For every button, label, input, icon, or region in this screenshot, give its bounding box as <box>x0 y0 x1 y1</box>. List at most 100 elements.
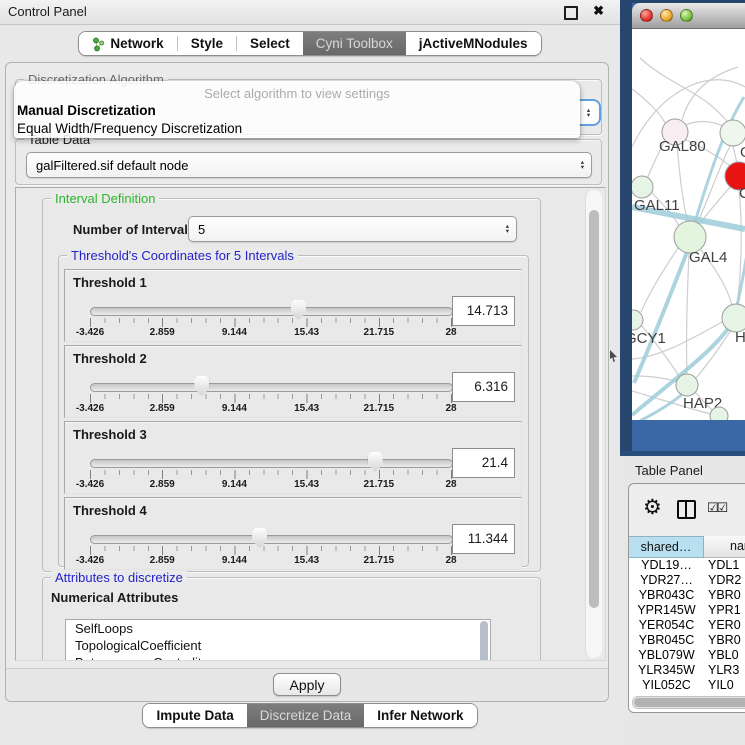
network-edge <box>682 67 738 120</box>
tab-network[interactable]: Network <box>79 32 176 55</box>
algorithm-combo-focused-edge[interactable]: ▴▾ <box>578 99 601 126</box>
network-node-label: GCY1 <box>632 330 666 347</box>
numerical-attributes-list: SelfLoopsTopologicalCoefficientBetweenne… <box>65 619 491 661</box>
tab-label: Select <box>250 36 290 51</box>
table-row[interactable]: YDL19…YDL1 <box>629 558 745 573</box>
zoom-button-icon[interactable] <box>680 9 693 22</box>
tick-label: 15.43 <box>294 403 319 414</box>
column-header-shared-name[interactable]: shared… <box>629 536 704 558</box>
attribute-item[interactable]: BetweennessCentrality <box>66 654 490 661</box>
attribute-item[interactable]: TopologicalCoefficient <box>66 637 490 654</box>
threshold-value-field[interactable]: 14.713 <box>452 296 515 326</box>
slider-thumb[interactable] <box>368 452 383 472</box>
close-button-icon[interactable] <box>640 9 653 22</box>
network-node-label: GAL80 <box>659 138 706 155</box>
thresholds-group-title: Threshold's Coordinates for 5 Intervals <box>67 248 298 263</box>
num-intervals-value: 5 <box>189 222 506 237</box>
columns-icon[interactable] <box>677 500 696 519</box>
spinner-arrows-icon: ▴▾ <box>581 160 584 170</box>
slider-track[interactable] <box>90 459 453 468</box>
list-scrollbar[interactable] <box>479 621 489 661</box>
slider-ticks <box>90 470 452 480</box>
cell-shared-name: YLR345W <box>629 663 704 678</box>
cell-name: YER0 <box>704 618 745 633</box>
apply-bar: Apply <box>6 668 608 701</box>
table-data-combo[interactable]: galFiltered.sif default node ▴▾ <box>26 152 592 178</box>
slider-thumb[interactable] <box>291 300 306 320</box>
column-header-name[interactable]: name <box>704 536 745 558</box>
table-row[interactable]: YLR345WYLR3 <box>629 663 745 678</box>
panel-scrollbar-thumb[interactable] <box>589 210 599 608</box>
float-window-icon[interactable] <box>564 6 578 20</box>
slider-thumb[interactable] <box>252 528 267 548</box>
network-node-label: G <box>740 144 745 161</box>
network-node-gcy1[interactable] <box>632 310 643 330</box>
network-canvas[interactable]: GAL80GCGAL11GAL4GCY1HHAP2 <box>632 29 745 420</box>
network-window-titlebar[interactable] <box>632 3 745 29</box>
network-node-h[interactable] <box>722 304 745 332</box>
table-rows: YDL19…YDL1YDR27…YDR2YBR043CYBR0YPR145WYP… <box>629 558 745 712</box>
tab-jactivemnodules[interactable]: jActiveMNodules <box>406 32 541 55</box>
attributes-group-title: Attributes to discretize <box>51 570 187 585</box>
tick-label: 2.859 <box>150 479 175 490</box>
slider-track[interactable] <box>90 383 453 392</box>
slider-track[interactable] <box>90 535 453 544</box>
network-node-gal11[interactable] <box>632 176 653 198</box>
list-scrollbar-thumb[interactable] <box>480 621 488 661</box>
control-panel-titlebar: Control Panel ✖ <box>0 0 620 25</box>
table-row[interactable]: YBL079WYBL0 <box>629 648 745 663</box>
cell-name: YBR0 <box>704 633 745 648</box>
table-row[interactable]: YPR145WYPR1 <box>629 603 745 618</box>
tab-discretize-data[interactable]: Discretize Data <box>247 704 365 727</box>
table-row[interactable]: YBR043CYBR0 <box>629 588 745 603</box>
numerical-attributes-label: Numerical Attributes <box>51 590 178 605</box>
table-hscrollbar-thumb[interactable] <box>634 698 745 707</box>
slider-track[interactable] <box>90 307 453 316</box>
cell-shared-name: YDL19… <box>629 558 704 573</box>
network-node-label: GAL4 <box>689 249 727 266</box>
table-row[interactable]: YDR27…YDR2 <box>629 573 745 588</box>
table-header: shared…name <box>629 536 745 558</box>
select-columns-icon[interactable]: ☑☑ <box>707 500 726 516</box>
tick-label: 2.859 <box>150 403 175 414</box>
cyni-toolbox-panel: Discretization Algorithm Select algorith… <box>5 62 609 702</box>
tab-cyni-toolbox[interactable]: Cyni Toolbox <box>303 32 406 55</box>
tab-label: Cyni Toolbox <box>316 36 393 51</box>
table-row[interactable]: YBR045CYBR0 <box>629 633 745 648</box>
close-panel-icon[interactable]: ✖ <box>593 3 604 19</box>
threshold-value-field[interactable]: 11.344 <box>452 524 515 554</box>
tick-label: 9.144 <box>222 555 247 566</box>
threshold-value-field[interactable]: 21.4 <box>452 448 515 478</box>
attribute-item[interactable]: SelfLoops <box>66 620 490 637</box>
tab-impute-data[interactable]: Impute Data <box>143 704 246 727</box>
table-row[interactable]: YER054CYER0 <box>629 618 745 633</box>
network-edge <box>641 248 678 312</box>
algorithm-dropdown-hint: Select algorithm to view settings <box>14 85 580 102</box>
algorithm-option-equal-width[interactable]: Equal Width/Frequency Discretization <box>14 120 580 138</box>
network-node[interactable] <box>710 407 728 420</box>
tab-infer-network[interactable]: Infer Network <box>364 704 476 727</box>
tab-select[interactable]: Select <box>237 32 303 55</box>
tab-style[interactable]: Style <box>178 32 236 55</box>
algorithm-option-manual[interactable]: Manual Discretization <box>14 102 580 120</box>
panel-scrollbar[interactable] <box>585 190 602 658</box>
interval-definition-title: Interval Definition <box>51 191 159 206</box>
tick-label: 9.144 <box>222 327 247 338</box>
panel-title: Control Panel <box>8 4 87 19</box>
algorithm-dropdown: Select algorithm to view settings Manual… <box>14 81 580 138</box>
tick-label: 2.859 <box>150 327 175 338</box>
table-hscrollbar[interactable] <box>632 696 745 709</box>
table-row[interactable]: YIL052CYIL0 <box>629 678 745 693</box>
table-panel-title: Table Panel <box>635 463 703 478</box>
minimize-button-icon[interactable] <box>660 9 673 22</box>
tick-label: -3.426 <box>76 479 104 490</box>
tick-label: 28 <box>445 403 456 414</box>
network-node-hap2[interactable] <box>676 374 698 396</box>
threshold-value-field[interactable]: 6.316 <box>452 372 515 402</box>
apply-button[interactable]: Apply <box>273 673 341 696</box>
cyni-mode-tabs: Impute DataDiscretize DataInfer Network <box>0 703 620 728</box>
network-node-g[interactable] <box>720 120 745 146</box>
gear-icon[interactable]: ⚙ <box>643 497 662 519</box>
num-intervals-combo[interactable]: 5 ▴▾ <box>188 216 517 242</box>
slider-thumb[interactable] <box>194 376 209 396</box>
